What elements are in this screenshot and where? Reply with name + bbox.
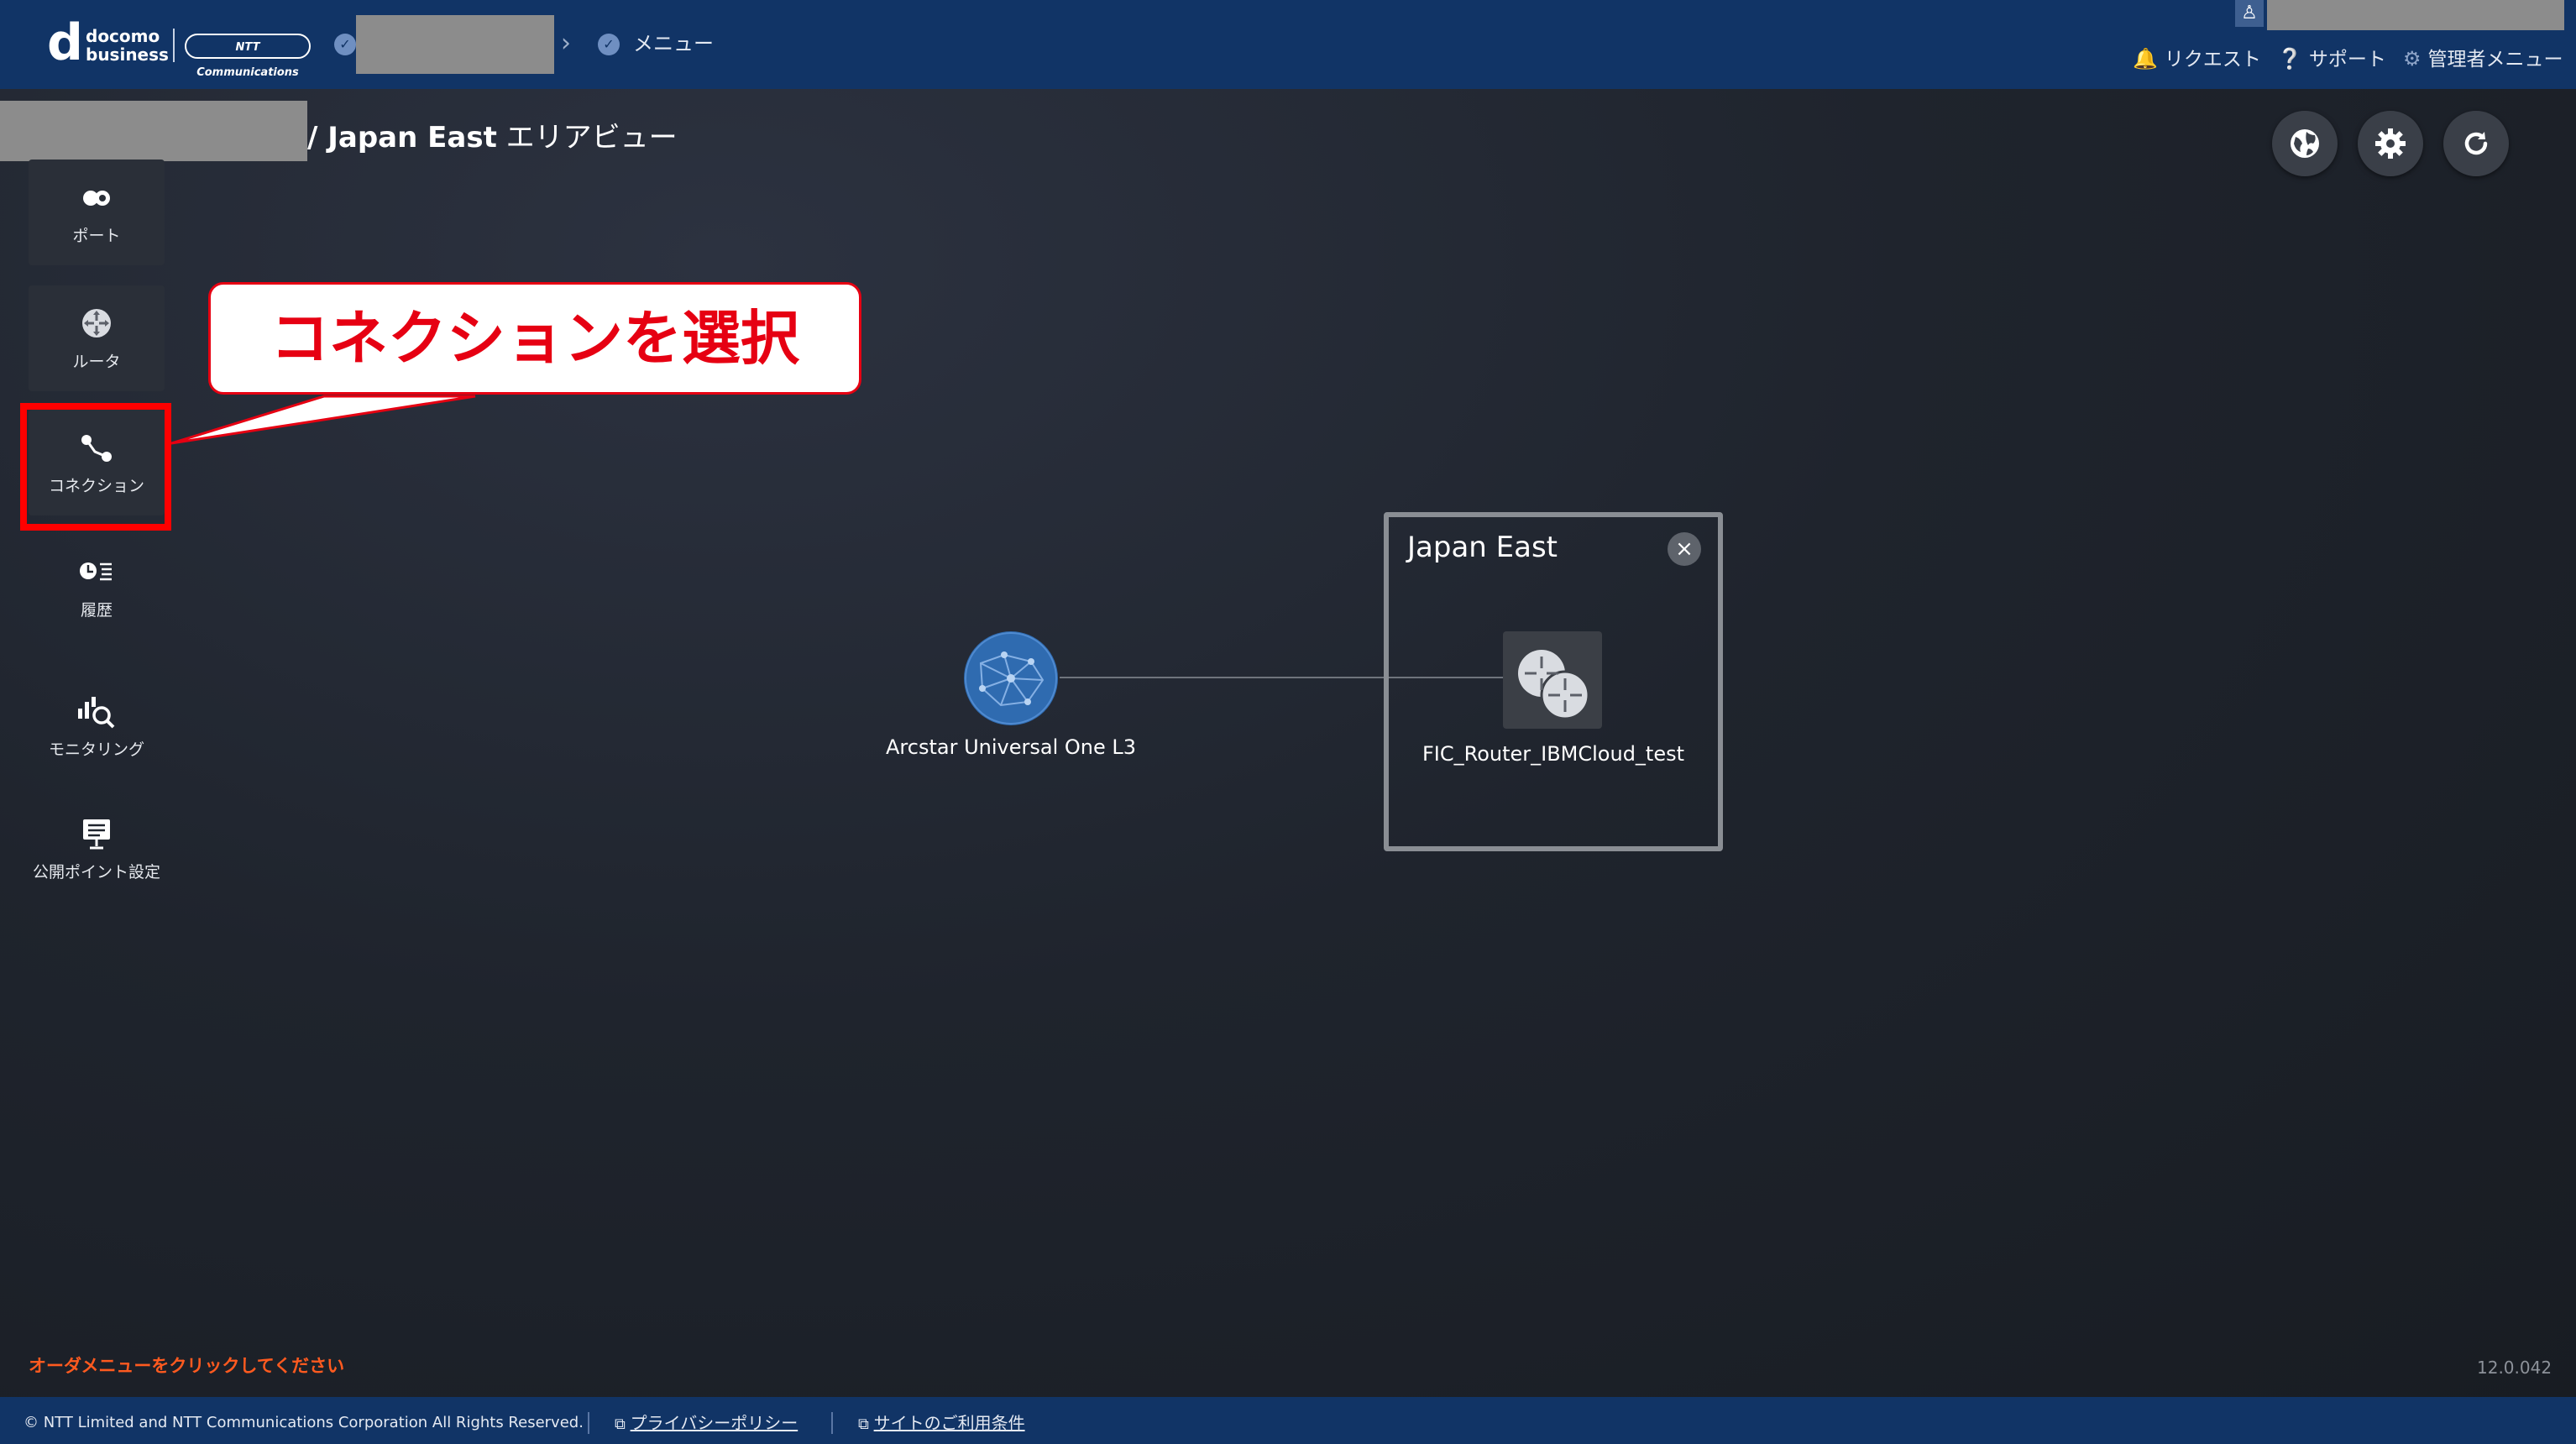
refresh-button[interactable] bbox=[2443, 111, 2509, 176]
globe-node-icon[interactable] bbox=[962, 630, 1060, 727]
request-link[interactable]: 🔔 リクエスト bbox=[2133, 44, 2261, 74]
support-link[interactable]: ❔ サポート bbox=[2277, 44, 2386, 74]
sidebar-item-port[interactable]: ポート bbox=[29, 160, 165, 265]
sidebar-item-monitoring[interactable]: モニタリング bbox=[29, 673, 165, 779]
sidebar-item-label: 履歴 bbox=[80, 601, 113, 620]
router-node[interactable] bbox=[1503, 631, 1602, 729]
chevron-down-icon[interactable]: ✓ bbox=[598, 34, 620, 55]
sidebar-item-label: ポート bbox=[72, 227, 121, 245]
gear-icon bbox=[2375, 128, 2406, 159]
sidebar-item-label: モニタリング bbox=[48, 740, 144, 759]
copyright-text: © NTT Limited and NTT Communications Cor… bbox=[24, 1414, 584, 1431]
highlight-frame bbox=[20, 403, 171, 531]
order-hint-text[interactable]: オーダメニューをクリックしてください bbox=[29, 1353, 344, 1379]
ntt-communications-logo: NTT Communications bbox=[185, 34, 311, 79]
page-title: / Japan East エリアビュー bbox=[307, 121, 678, 154]
version-label: 12.0.042 bbox=[2477, 1358, 2552, 1378]
router-icon bbox=[29, 302, 165, 344]
footer-divider bbox=[831, 1412, 833, 1434]
bell-icon: 🔔 bbox=[2133, 47, 2158, 71]
sidebar-item-label: ルータ bbox=[72, 353, 121, 371]
router-icon bbox=[1518, 650, 1590, 720]
external-node-label: Arcstar Universal One L3 bbox=[886, 735, 1136, 759]
docomo-business-logo[interactable]: d bbox=[47, 18, 84, 68]
globe-button[interactable] bbox=[2272, 111, 2338, 176]
sidebar-item-public-point[interactable]: 公開ポイント設定 bbox=[29, 796, 165, 902]
chevron-right-icon: › bbox=[561, 29, 571, 58]
public-point-icon bbox=[29, 813, 165, 855]
footer-divider bbox=[588, 1412, 589, 1434]
redacted-user-name[interactable] bbox=[2267, 0, 2564, 30]
logo-divider bbox=[173, 29, 175, 62]
external-link-icon: ⧉ bbox=[615, 1415, 626, 1433]
menu-dropdown[interactable]: メニュー bbox=[633, 30, 714, 57]
gear-icon: ⚙ bbox=[2403, 47, 2422, 71]
redacted-contract-name[interactable] bbox=[356, 15, 554, 74]
terms-link[interactable]: ⧉ サイトのご利用条件 bbox=[858, 1412, 1025, 1436]
router-node-label: FIC_Router_IBMCloud_test bbox=[1422, 742, 1685, 766]
sidebar-item-history[interactable]: 履歴 bbox=[29, 534, 165, 640]
region-title: Japan East bbox=[1407, 531, 1558, 564]
port-icon bbox=[29, 176, 165, 218]
chevron-down-icon[interactable]: ✓ bbox=[334, 34, 356, 55]
external-link-icon: ⧉ bbox=[858, 1415, 869, 1433]
sidebar-item-router[interactable]: ルータ bbox=[29, 285, 165, 391]
admin-menu-link[interactable]: ⚙ 管理者メニュー bbox=[2403, 44, 2563, 74]
globe-icon bbox=[2291, 129, 2319, 158]
help-icon: ❔ bbox=[2277, 47, 2302, 71]
redacted-breadcrumb[interactable] bbox=[0, 101, 307, 161]
user-icon[interactable]: ♙ bbox=[2235, 0, 2264, 27]
refresh-icon bbox=[2464, 132, 2488, 155]
monitoring-icon bbox=[29, 690, 165, 732]
sidebar-item-label: 公開ポイント設定 bbox=[32, 863, 160, 882]
callout-text: コネクションを選択 bbox=[270, 304, 799, 373]
privacy-link[interactable]: ⧉ プライバシーポリシー bbox=[615, 1412, 798, 1436]
close-icon[interactable]: × bbox=[1668, 532, 1701, 566]
history-icon bbox=[29, 551, 165, 593]
settings-button[interactable] bbox=[2358, 111, 2423, 176]
logo-text: docomo business bbox=[86, 26, 169, 65]
